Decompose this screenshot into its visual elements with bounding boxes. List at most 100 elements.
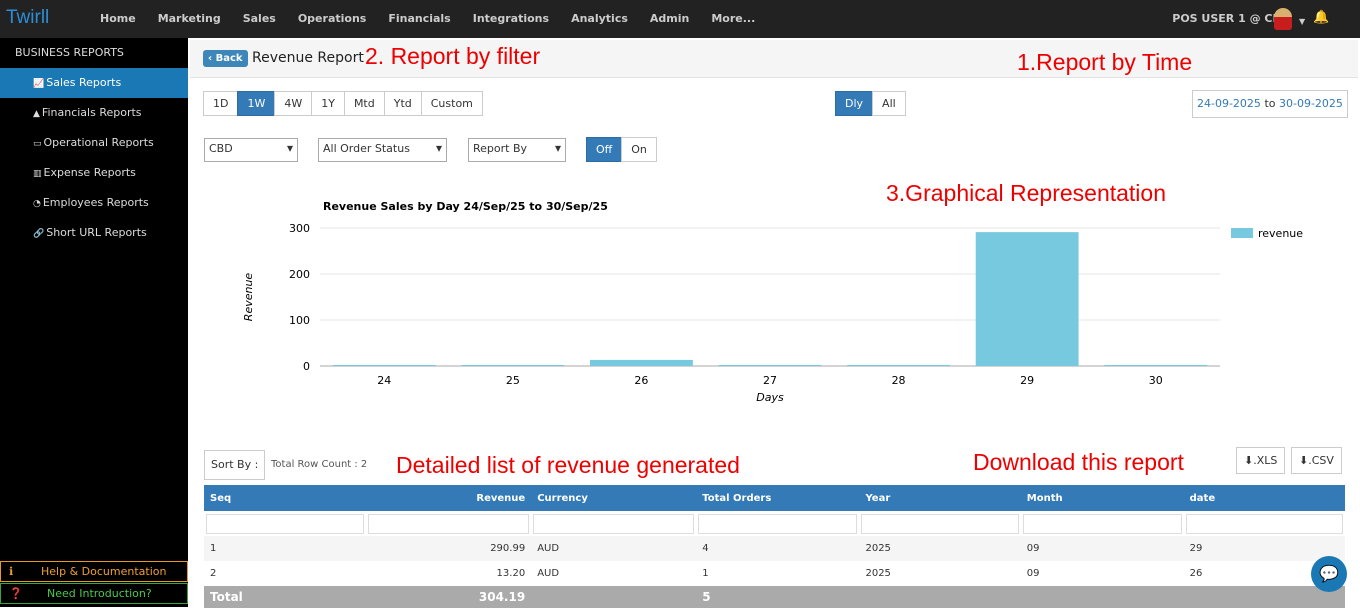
sidebar-item-operational-reports[interactable]: ▭ Operational Reports [0, 128, 188, 158]
help-documentation-button[interactable]: ℹ Help & Documentation [0, 561, 188, 582]
x-tick-label: 25 [506, 374, 520, 387]
user-label[interactable]: POS USER 1 @ CBD [1172, 12, 1290, 25]
main-content: ‹ Back Revenue Report 2. Report by filte… [190, 40, 1358, 608]
bar-27[interactable] [718, 365, 822, 366]
link-icon: 🔗 [33, 229, 45, 239]
column-filter-input[interactable] [368, 513, 530, 534]
chart-area-icon: ▲ [33, 109, 40, 119]
revenue-chart: Revenue Sales by Day 24/Sep/25 to 30/Sep… [242, 200, 1303, 404]
x-tick-label: 27 [763, 374, 777, 387]
table-cell: 4 [696, 536, 860, 561]
nav-integrations[interactable]: Integrations [473, 12, 549, 25]
info-icon: ℹ [9, 565, 14, 578]
sidebar-item-label: Expense Reports [43, 166, 136, 179]
column-filter-input[interactable] [861, 513, 1019, 534]
main-nav: Home Marketing Sales Operations Financials In… [100, 12, 755, 25]
table-row: 2 13.20 AUD 1 2025 09 26 [204, 561, 1345, 586]
x-tick-label: 30 [1149, 374, 1163, 387]
table-row: 1 290.99 AUD 4 2025 09 29 [204, 536, 1345, 561]
row-count: Total Row Count : 2 [271, 459, 368, 470]
bar-29[interactable] [975, 232, 1079, 366]
sidebar-item-sales-reports[interactable]: 📈 Sales Reports [0, 68, 188, 98]
column-header[interactable]: Total Orders [696, 485, 860, 511]
y-tick-label: 100 [289, 314, 310, 327]
nav-financials[interactable]: Financials [388, 12, 450, 25]
x-tick-label: 29 [1020, 374, 1034, 387]
table-cell: 13.20 [496, 568, 526, 579]
top-navbar: Twirll Home Marketing Sales Operations Finan… [0, 0, 1360, 38]
bar-25[interactable] [461, 365, 565, 366]
sidebar-item-expense-reports[interactable]: ▥ Expense Reports [0, 158, 188, 188]
y-tick-label: 300 [289, 222, 310, 235]
table-cell: 2 [210, 568, 217, 579]
x-axis-label: Days [756, 391, 784, 404]
sidebar-item-financials-reports[interactable]: ▲ Financials Reports [0, 98, 188, 128]
column-filter-input[interactable] [1185, 513, 1343, 534]
column-header[interactable]: Month [1020, 485, 1184, 511]
column-header[interactable]: Revenue [366, 485, 532, 511]
download-icon: ⬇ [1299, 454, 1309, 467]
bar-chart-icon: ▥ [33, 169, 42, 179]
column-header[interactable]: Seq [204, 485, 367, 511]
nav-admin[interactable]: Admin [650, 12, 689, 25]
sidebar-item-label: Sales Reports [46, 76, 122, 89]
chevron-down-icon[interactable]: ▼ [1299, 17, 1305, 26]
sidebar: BUSINESS REPORTS 📈 Sales Reports ▲ Financia… [0, 38, 188, 607]
table-cell: 2025 [865, 568, 891, 579]
nav-operations[interactable]: Operations [298, 12, 367, 25]
intro-label: Need Introduction? [47, 587, 152, 600]
column-filter-input[interactable] [206, 513, 365, 534]
annotation-download: Download this report [973, 449, 1184, 475]
sidebar-item-label: Operational Reports [43, 136, 154, 149]
column-header[interactable]: date [1183, 485, 1345, 511]
total-orders: 5 [696, 586, 860, 608]
bell-icon[interactable]: 🔔 [1313, 10, 1329, 25]
column-header[interactable]: Year [859, 485, 1021, 511]
help-label: Help & Documentation [41, 565, 167, 578]
sort-by-button[interactable]: Sort By : [204, 450, 266, 480]
revenue-table: Seq Revenue Currency Total Orders Year Month d… [204, 485, 1345, 608]
column-filter-input[interactable] [698, 513, 858, 534]
download-icon: ⬇ [1244, 454, 1254, 467]
sidebar-item-label: Financials Reports [41, 106, 142, 119]
total-revenue: 304.19 [366, 586, 532, 608]
total-label: Total [204, 586, 367, 608]
sidebar-item-label: Employees Reports [42, 196, 149, 209]
sidebar-item-label: Short URL Reports [46, 226, 147, 239]
chat-button[interactable]: 💬 [1311, 556, 1347, 592]
column-header[interactable]: Currency [531, 485, 697, 511]
table-cell: 290.99 [366, 536, 532, 561]
nav-marketing[interactable]: Marketing [158, 12, 221, 25]
chart-title: Revenue Sales by Day 24/Sep/25 to 30/Sep… [323, 200, 608, 213]
sidebar-item-employees-reports[interactable]: ◔ Employees Reports [0, 188, 188, 218]
bar-26[interactable] [590, 359, 693, 366]
need-introduction-button[interactable]: ❓ Need Introduction? [0, 583, 188, 604]
column-filter-input[interactable] [1022, 513, 1182, 534]
legend-label: revenue [1258, 227, 1303, 240]
annotation-list: Detailed list of revenue generated [396, 452, 740, 478]
nav-home[interactable]: Home [100, 12, 136, 25]
filter-row [204, 511, 1345, 536]
avatar[interactable] [1274, 8, 1292, 30]
x-tick-label: 26 [634, 374, 648, 387]
table-cell: 2025 [859, 536, 1021, 561]
column-filter-input[interactable] [533, 513, 695, 534]
y-tick-label: 0 [303, 360, 310, 373]
bar-30[interactable] [1104, 365, 1208, 366]
nav-sales[interactable]: Sales [243, 12, 276, 25]
bar-28[interactable] [847, 365, 950, 366]
sidebar-heading: BUSINESS REPORTS [15, 46, 124, 59]
download-csv-button[interactable]: ⬇.CSV [1291, 447, 1342, 474]
table-cell: AUD [531, 536, 697, 561]
logo[interactable]: Twirll [6, 7, 49, 29]
question-icon: ❓ [9, 587, 23, 600]
credit-card-icon: ▭ [33, 139, 42, 149]
download-xls-button[interactable]: ⬇.XLS [1236, 447, 1286, 474]
nav-more[interactable]: More... [711, 12, 755, 25]
legend-swatch [1231, 228, 1253, 238]
x-tick-label: 28 [892, 374, 906, 387]
nav-analytics[interactable]: Analytics [571, 12, 628, 25]
bar-24[interactable] [332, 365, 436, 366]
x-tick-label: 24 [377, 374, 391, 387]
sidebar-item-short-url-reports[interactable]: 🔗 Short URL Reports [0, 218, 188, 248]
